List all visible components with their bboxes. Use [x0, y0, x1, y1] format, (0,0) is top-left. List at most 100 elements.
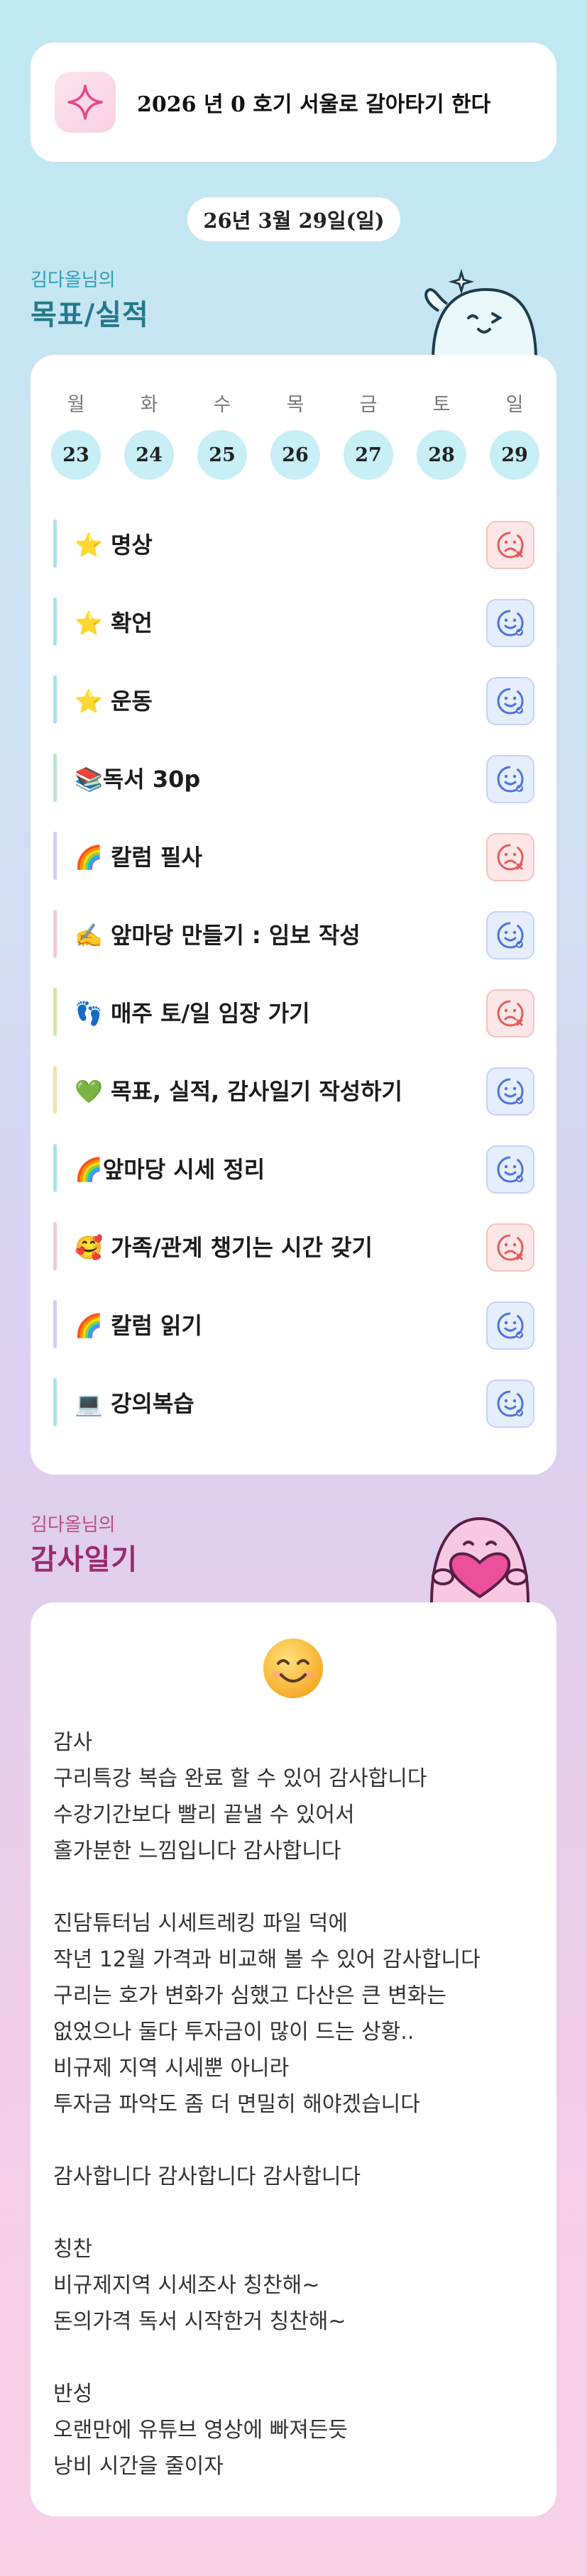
day-label: 목 — [286, 394, 305, 416]
day-number[interactable]: 28 — [417, 430, 466, 480]
day-label: 화 — [140, 394, 158, 416]
day-number[interactable]: 23 — [51, 430, 101, 480]
diary-line: 감사 — [53, 1730, 93, 1755]
task-color-bar — [53, 988, 57, 1036]
missed-frown-icon[interactable] — [486, 833, 534, 881]
done-smile-icon[interactable] — [486, 1067, 534, 1116]
smiling-face-icon — [263, 1639, 323, 1698]
diary-line: 홀가분한 느낌입니다 감사합니다 — [53, 1839, 341, 1864]
diary-line: 작년 12월 가격과 비교해 볼 수 있어 감사합니다 — [53, 1947, 481, 1972]
day-number[interactable]: 29 — [490, 430, 539, 480]
task-label: 👣 매주 토/일 임장 가기 — [75, 1000, 310, 1027]
task-color-bar — [53, 832, 57, 880]
task-row[interactable]: 🌈 칼럼 필사 — [53, 822, 534, 900]
done-smile-icon[interactable] — [486, 599, 534, 647]
heart-mascot-icon — [429, 1517, 530, 1604]
day-sat[interactable]: 토 28 — [416, 389, 467, 480]
missed-frown-icon[interactable] — [486, 1223, 534, 1272]
diary-line: 비규제 지역 시세뿐 아니라 — [53, 2056, 290, 2081]
task-label: 🌈앞마당 시세 정리 — [75, 1156, 265, 1183]
diary-line: 구리는 호가 변화가 심했고 다산은 큰 변화는 — [53, 1983, 447, 2008]
task-label: 💻 강의복습 — [75, 1390, 194, 1417]
diary-line: 수강기간보다 빨리 끝낼 수 있어서 — [53, 1802, 355, 1827]
diary-title: 감사일기 — [31, 1543, 138, 1576]
diary-blank-line — [53, 1869, 536, 1905]
task-label: 🥰 가족/관계 챙기는 시간 갖기 — [75, 1234, 373, 1261]
sparkle-icon — [55, 72, 116, 133]
diary-line: 비규제지역 시세조사 칭찬해~ — [53, 2273, 320, 2298]
diary-line: 반성 — [53, 2382, 93, 2406]
day-thu[interactable]: 목 26 — [270, 389, 321, 480]
day-label: 일 — [505, 394, 524, 416]
diary-line: 돈의가격 독서 시작한거 칭찬해~ — [53, 2309, 346, 2334]
done-smile-icon[interactable] — [486, 911, 534, 959]
task-color-bar — [53, 519, 57, 568]
task-color-bar — [53, 910, 57, 958]
diary-blank-line — [53, 2340, 536, 2376]
done-smile-icon[interactable] — [486, 1145, 534, 1194]
task-label: 📚독서 30p — [75, 766, 201, 793]
task-label: ⭐ 운동 — [75, 688, 153, 715]
goal-text: 2026 년 0 호기 서울로 갈아타기 한다 — [137, 92, 491, 117]
task-color-bar — [53, 1222, 57, 1270]
diary-text: 감사구리특강 복습 완료 할 수 있어 감사합니다수강기간보다 빨리 끝낼 수 … — [53, 1724, 536, 2484]
tracker-owner: 김다올님의 — [31, 270, 116, 291]
diary-line: 감사합니다 감사합니다 감사합니다 — [53, 2164, 361, 2189]
day-tue[interactable]: 화 24 — [124, 389, 175, 480]
task-label: 💚 목표, 실적, 감사일기 작성하기 — [75, 1078, 402, 1105]
task-color-bar — [53, 754, 57, 802]
ghost-mascot-icon — [424, 268, 538, 360]
day-label: 월 — [67, 394, 85, 416]
diary-card: 감사구리특강 복습 완료 할 수 있어 감사합니다수강기간보다 빨리 끝낼 수 … — [31, 1602, 556, 2516]
done-smile-icon[interactable] — [486, 1380, 534, 1428]
week-strip: 월 23 화 24 수 25 목 26 금 27 토 28 일 29 — [50, 389, 540, 480]
day-number[interactable]: 24 — [124, 430, 174, 480]
diary-line: 없었으나 둘다 투자금이 많이 드는 상황.. — [53, 2020, 415, 2044]
task-row[interactable]: 📚독서 30p — [53, 744, 534, 822]
done-smile-icon[interactable] — [486, 1301, 534, 1350]
diary-blank-line — [53, 2195, 536, 2231]
task-row[interactable]: 🥰 가족/관계 챙기는 시간 갖기 — [53, 1212, 534, 1290]
task-row[interactable]: 💚 목표, 실적, 감사일기 작성하기 — [53, 1056, 534, 1134]
diary-line: 투자금 파악도 좀 더 면밀히 해야겠습니다 — [53, 2092, 420, 2117]
task-row[interactable]: 🌈앞마당 시세 정리 — [53, 1134, 534, 1212]
day-wed[interactable]: 수 25 — [197, 389, 248, 480]
day-number[interactable]: 27 — [344, 430, 393, 480]
task-label: 🌈 칼럼 읽기 — [75, 1312, 202, 1339]
task-row[interactable]: 🌈 칼럼 읽기 — [53, 1290, 534, 1368]
diary-blank-line — [53, 2123, 536, 2159]
task-row[interactable]: 👣 매주 토/일 임장 가기 — [53, 978, 534, 1056]
diary-header: 김다올님의 감사일기 — [31, 1510, 138, 1578]
missed-frown-icon[interactable] — [486, 989, 534, 1037]
day-label: 토 — [432, 394, 451, 416]
tracker-header: 김다올님의 목표/실적 — [31, 265, 149, 333]
day-fri[interactable]: 금 27 — [343, 389, 394, 480]
diary-line: 진담튜터님 시세트레킹 파일 덕에 — [53, 1911, 349, 1936]
day-number[interactable]: 25 — [197, 430, 247, 480]
done-smile-icon[interactable] — [486, 677, 534, 725]
diary-owner: 김다올님의 — [31, 1514, 116, 1536]
task-row[interactable]: ✍️ 앞마당 만들기 : 임보 작성 — [53, 900, 534, 978]
done-smile-icon[interactable] — [486, 755, 534, 803]
day-label: 금 — [359, 394, 378, 416]
diary-line: 구리특강 복습 완료 할 수 있어 감사합니다 — [53, 1766, 427, 1791]
diary-line: 칭찬 — [53, 2237, 93, 2262]
day-mon[interactable]: 월 23 — [50, 389, 102, 480]
task-color-bar — [53, 676, 57, 724]
task-color-bar — [53, 598, 57, 646]
task-row[interactable]: ⭐ 운동 — [53, 666, 534, 744]
task-color-bar — [53, 1066, 57, 1114]
day-sun[interactable]: 일 29 — [489, 389, 540, 480]
day-number[interactable]: 26 — [270, 430, 320, 480]
task-label: ✍️ 앞마당 만들기 : 임보 작성 — [75, 922, 361, 949]
task-color-bar — [53, 1378, 57, 1426]
task-row[interactable]: ⭐ 확언 — [53, 588, 534, 666]
task-list: ⭐ 명상 ⭐ 확언 ⭐ 운동 📚독서 30p 🌈 칼럼 필사 ✍️ 앞마당 만들기 : 임… — [53, 510, 534, 1446]
task-label: 🌈 칼럼 필사 — [75, 844, 202, 871]
missed-frown-icon[interactable] — [486, 521, 534, 569]
goal-card: 2026 년 0 호기 서울로 갈아타기 한다 — [31, 43, 556, 162]
diary-line: 오랜만에 유튜브 영상에 빠져든듯 — [53, 2418, 349, 2443]
task-label: ⭐ 확언 — [75, 610, 153, 637]
task-row[interactable]: 💻 강의복습 — [53, 1368, 534, 1446]
task-row[interactable]: ⭐ 명상 — [53, 510, 534, 588]
